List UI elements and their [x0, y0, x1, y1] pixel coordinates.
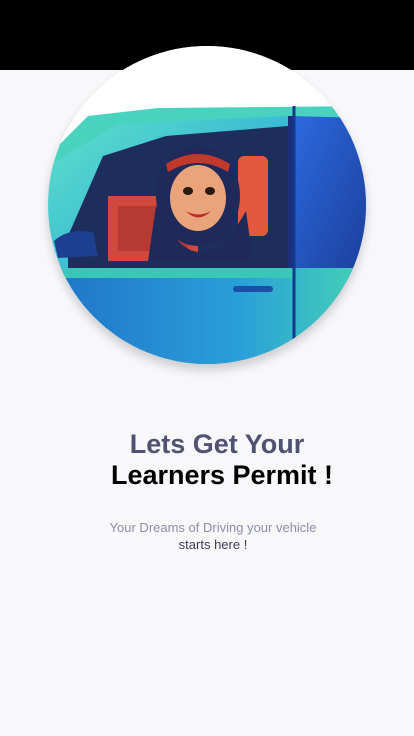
hero-illustration: [48, 46, 366, 364]
subtitle-line-2: starts here !: [178, 537, 248, 552]
headline-line-1: Lets Get Your: [129, 429, 305, 459]
headline-line-2: Learners Permit !: [110, 460, 334, 490]
woman-driving-car-illustration: [48, 46, 366, 364]
subtitle-line-1: Your Dreams of Driving your vehicle: [109, 520, 317, 535]
headline: Lets Get Your Learners Permit !: [0, 428, 414, 490]
subtitle: Your Dreams of Driving your vehicle star…: [0, 519, 414, 553]
